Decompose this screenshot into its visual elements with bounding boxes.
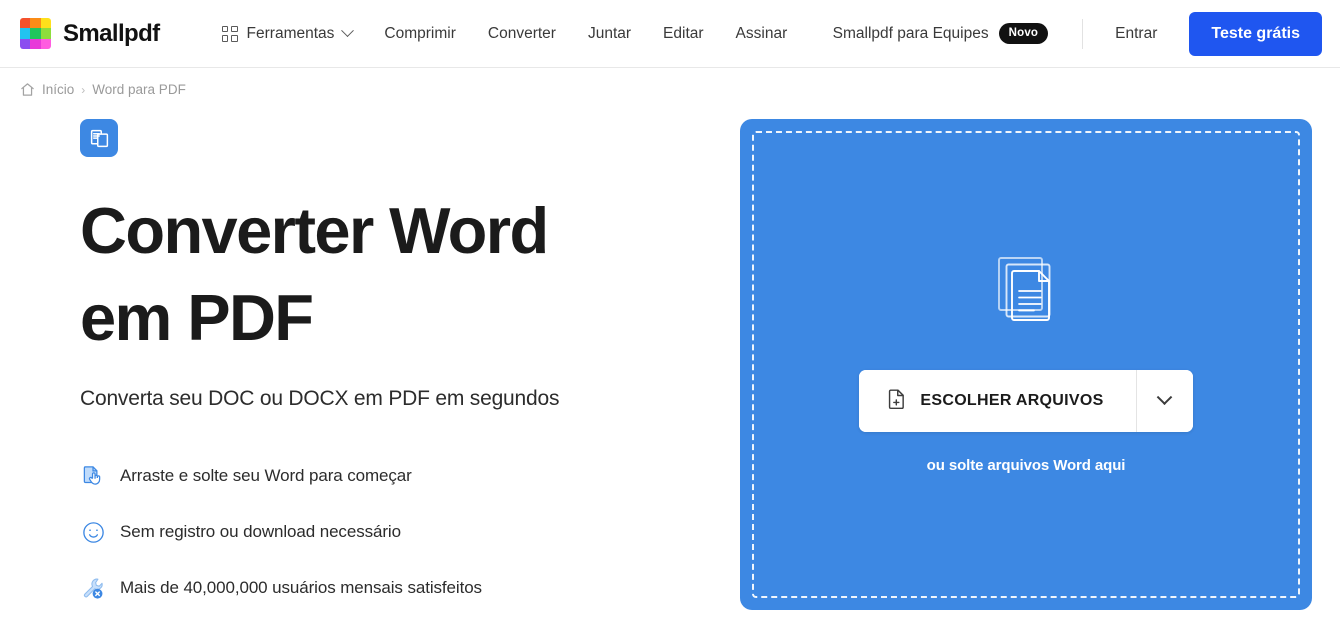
brand-logo-link[interactable]: Smallpdf bbox=[20, 18, 160, 49]
header-divider bbox=[1082, 18, 1084, 49]
feature-label: Sem registro ou download necessário bbox=[120, 522, 401, 542]
chevron-down-icon bbox=[1156, 388, 1173, 405]
smiley-face-icon bbox=[80, 519, 106, 545]
nav-item-label: Juntar bbox=[587, 24, 632, 42]
nav-item-assinar[interactable]: Assinar bbox=[720, 17, 804, 51]
nav-item-label: Editar bbox=[663, 24, 704, 42]
page-subtitle: Converta seu DOC ou DOCX em PDF em segun… bbox=[80, 387, 560, 411]
wrench-icon bbox=[80, 575, 106, 601]
main-content: Converter Word em PDF Converta seu DOC o… bbox=[0, 119, 1340, 631]
choose-files-button[interactable]: ESCOLHER ARQUIVOS bbox=[859, 370, 1136, 432]
nav-item-label: Comprimir bbox=[384, 24, 456, 42]
signin-link[interactable]: Entrar bbox=[1109, 17, 1163, 51]
file-dropzone[interactable]: ESCOLHER ARQUIVOS ou solte arquivos Word… bbox=[740, 119, 1312, 610]
drag-drop-icon bbox=[80, 463, 106, 489]
header-actions: Smallpdf para Equipes Novo Entrar Teste … bbox=[829, 11, 1322, 56]
feature-item: Arraste e solte seu Word para começar bbox=[80, 463, 700, 489]
home-icon[interactable] bbox=[20, 82, 35, 97]
feature-label: Mais de 40,000,000 usuários mensais sati… bbox=[120, 578, 482, 598]
main-nav: Ferramentas Comprimir Converter Juntar E… bbox=[206, 17, 804, 51]
convert-document-icon bbox=[80, 119, 118, 157]
stacked-documents-icon bbox=[987, 253, 1065, 332]
breadcrumb-separator: › bbox=[81, 82, 86, 97]
dropzone-hint: ou solte arquivos Word aqui bbox=[926, 457, 1126, 474]
grid-icon bbox=[221, 25, 238, 42]
chevron-down-icon bbox=[341, 24, 355, 38]
nav-item-converter[interactable]: Converter bbox=[472, 17, 572, 51]
page-title: Converter Word em PDF bbox=[80, 194, 549, 355]
teams-label: Smallpdf para Equipes bbox=[832, 24, 989, 42]
feature-item: Sem registro ou download necessário bbox=[80, 519, 700, 545]
choose-files-dropdown-button[interactable] bbox=[1136, 370, 1193, 432]
nav-item-label: Ferramentas bbox=[246, 24, 335, 42]
hero-left-column: Converter Word em PDF Converta seu DOC o… bbox=[80, 119, 700, 631]
nav-item-label: Converter bbox=[487, 24, 556, 42]
breadcrumb-current: Word para PDF bbox=[92, 82, 186, 97]
file-dropzone-inner[interactable]: ESCOLHER ARQUIVOS ou solte arquivos Word… bbox=[752, 131, 1300, 598]
smallpdf-logo-grid-icon bbox=[20, 18, 51, 49]
add-file-icon bbox=[887, 389, 906, 413]
new-badge: Novo bbox=[998, 23, 1049, 44]
feature-label: Arraste e solte seu Word para começar bbox=[120, 466, 412, 486]
nav-item-ferramentas[interactable]: Ferramentas bbox=[206, 17, 369, 51]
breadcrumb-home[interactable]: Início bbox=[42, 82, 74, 97]
breadcrumb: Início › Word para PDF bbox=[0, 68, 1340, 97]
nav-item-label: Assinar bbox=[735, 24, 788, 42]
smallpdf-teams-link[interactable]: Smallpdf para Equipes Novo bbox=[829, 15, 1053, 52]
choose-files-control: ESCOLHER ARQUIVOS bbox=[859, 370, 1193, 432]
site-header: Smallpdf Ferramentas Comprimir Converter… bbox=[0, 0, 1340, 68]
free-trial-button[interactable]: Teste grátis bbox=[1189, 11, 1322, 56]
nav-item-editar[interactable]: Editar bbox=[647, 17, 720, 51]
nav-item-juntar[interactable]: Juntar bbox=[572, 17, 647, 51]
nav-item-comprimir[interactable]: Comprimir bbox=[368, 17, 471, 51]
feature-list: Arraste e solte seu Word para começar Se… bbox=[80, 463, 700, 601]
brand-name: Smallpdf bbox=[63, 19, 160, 47]
feature-item: Mais de 40,000,000 usuários mensais sati… bbox=[80, 575, 700, 601]
choose-files-label: ESCOLHER ARQUIVOS bbox=[920, 392, 1104, 409]
hero-right-column: ESCOLHER ARQUIVOS ou solte arquivos Word… bbox=[740, 119, 1312, 631]
